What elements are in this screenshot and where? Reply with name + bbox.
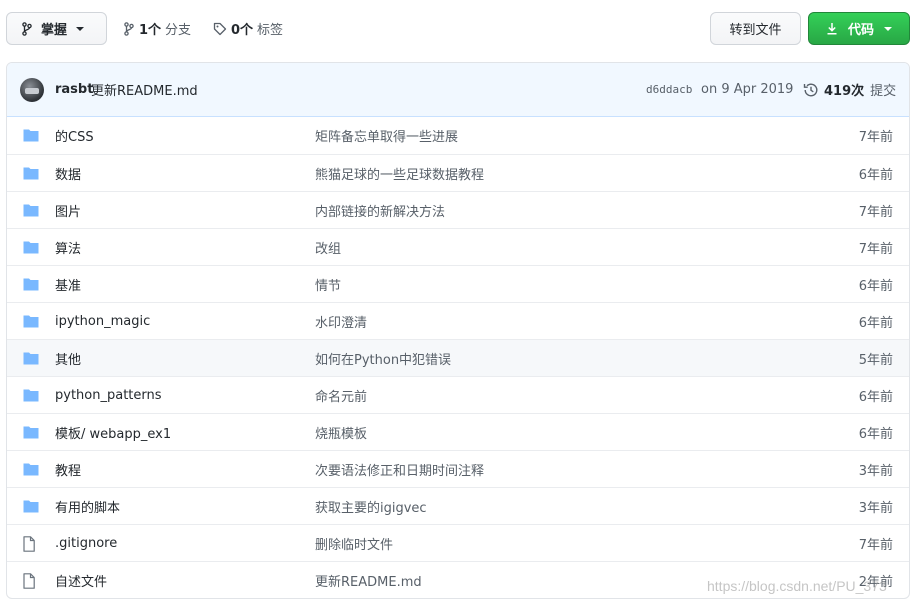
file-row[interactable]: 其他 如何在Python中犯错误 5年前 [7,339,909,376]
commit-message[interactable]: 更新README.md [91,80,198,99]
file-row[interactable]: python_patterns 命名元前 6年前 [7,376,909,413]
commit-author[interactable]: rasbt [55,82,93,97]
tags-count: 0个 [231,23,254,38]
file-row[interactable]: 的CSS 矩阵备忘单取得一些进展 7年前 [7,117,909,154]
chevron-down-icon [76,26,85,31]
branch-name: 掌握 [41,23,68,38]
watermark: https://blog.csdn.net/PU_373 [707,578,887,594]
file-name-link[interactable]: 算法 [55,238,81,257]
file-name-link[interactable]: 数据 [55,164,81,183]
file-commit-message[interactable]: 改组 [315,238,341,257]
commit-sha[interactable]: d6ddacb [646,83,692,96]
file-age: 6年前 [858,278,893,294]
code-button[interactable]: 代码 [808,12,910,45]
file-row[interactable]: .gitignore 删除临时文件 7年前 [7,524,909,561]
branch-icon [22,21,32,36]
branches-label: 分支 [165,23,192,38]
branch-select-button[interactable]: 掌握 [6,12,107,45]
repo-toolbar: 掌握 1个 分支 0个 标签 转到文件 代码 [6,12,910,45]
file-name-link[interactable]: 模板/ webapp_ex1 [55,423,171,442]
folder-icon [23,166,39,180]
file-age: 6年前 [858,389,893,405]
file-row[interactable]: 教程 次要语法修正和日期时间注释 3年前 [7,450,909,487]
file-name-link[interactable]: 有用的脚本 [55,497,120,516]
file-age: 5年前 [858,352,893,368]
file-commit-message[interactable]: 删除临时文件 [315,534,393,553]
file-name-link[interactable]: 的CSS [55,126,94,145]
tags-label: 标签 [257,23,284,38]
file-commit-message[interactable]: 烧瓶模板 [315,423,367,442]
chevron-down-icon [884,26,892,31]
go-to-file-button[interactable]: 转到文件 [710,12,801,45]
file-name-link[interactable]: .gitignore [55,536,117,551]
file-commit-message[interactable]: 次要语法修正和日期时间注释 [315,460,484,479]
file-age: 7年前 [858,537,893,553]
branches-count: 1个 [139,23,162,38]
folder-icon [23,351,39,365]
folder-icon [23,240,39,254]
file-icon [23,573,39,589]
file-age: 6年前 [858,167,893,183]
folder-icon [23,277,39,291]
file-commit-message[interactable]: 更新README.md [315,571,422,590]
file-name-link[interactable]: 基准 [55,275,81,294]
file-name-link[interactable]: 教程 [55,460,81,479]
file-row[interactable]: ipython_magic 水印澄清 6年前 [7,302,909,339]
file-commit-message[interactable]: 情节 [315,275,341,294]
file-name-link[interactable]: python_patterns [55,388,162,403]
file-age: 7年前 [858,204,893,220]
file-commit-message[interactable]: 获取主要的igigvec [315,497,427,516]
file-age: 6年前 [858,426,893,442]
folder-icon [23,388,39,402]
file-row[interactable]: 模板/ webapp_ex1 烧瓶模板 6年前 [7,413,909,450]
download-icon [827,23,837,35]
file-name-link[interactable]: 其他 [55,349,81,368]
folder-icon [23,425,39,439]
file-row[interactable]: 基准 情节 6年前 [7,265,909,302]
folder-icon [23,128,39,142]
file-icon [23,536,39,552]
commit-count-label: 提交 [870,84,897,99]
file-browser: rasbt 更新README.md d6ddacb on 9 Apr 2019 … [6,62,910,599]
code-label: 代码 [847,23,874,38]
history-icon [803,83,818,96]
file-name-link[interactable]: ipython_magic [55,314,150,329]
commit-date: on 9 Apr 2019 [701,82,794,97]
folder-icon [23,203,39,217]
commit-count: 419次 [824,84,865,99]
file-commit-message[interactable]: 命名元前 [315,386,367,405]
file-age: 3年前 [858,463,893,479]
folder-icon [23,462,39,476]
file-row[interactable]: 图片 内部链接的新解决方法 7年前 [7,191,909,228]
folder-icon [23,499,39,513]
file-name-link[interactable]: 自述文件 [55,571,107,590]
file-commit-message[interactable]: 水印澄清 [315,312,367,331]
avatar[interactable] [20,78,44,102]
file-name-link[interactable]: 图片 [55,201,81,220]
branches-link[interactable]: 1个 分支 [123,12,191,45]
commit-history-link[interactable]: 419次 提交 [803,80,896,99]
file-commit-message[interactable]: 如何在Python中犯错误 [315,349,451,368]
latest-commit-bar: rasbt 更新README.md d6ddacb on 9 Apr 2019 … [7,63,909,117]
folder-icon [23,314,39,328]
tag-icon [213,22,227,35]
branch-icon [124,21,134,36]
file-age: 7年前 [858,241,893,257]
file-commit-message[interactable]: 内部链接的新解决方法 [315,201,445,220]
file-commit-message[interactable]: 矩阵备忘单取得一些进展 [315,126,458,145]
file-row[interactable]: 算法 改组 7年前 [7,228,909,265]
file-row[interactable]: 有用的脚本 获取主要的igigvec 3年前 [7,487,909,524]
tags-link[interactable]: 0个 标签 [213,12,283,45]
file-age: 3年前 [858,500,893,516]
file-list: 的CSS 矩阵备忘单取得一些进展 7年前 数据 熊猫足球的一些足球数据教程 6年前 图片 内部… [7,117,909,598]
file-age: 6年前 [858,315,893,331]
file-row[interactable]: 数据 熊猫足球的一些足球数据教程 6年前 [7,154,909,191]
file-age: 7年前 [858,130,893,145]
file-commit-message[interactable]: 熊猫足球的一些足球数据教程 [315,164,484,183]
